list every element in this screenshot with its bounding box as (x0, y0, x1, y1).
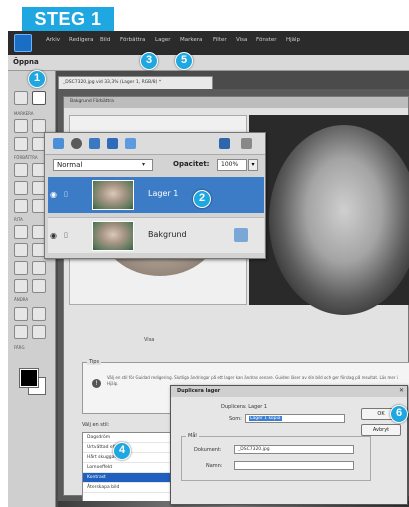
redeye-tool-icon[interactable] (14, 325, 28, 339)
visibility-eye-icon[interactable]: ◉ (50, 190, 57, 199)
eyedropper-tool-icon[interactable] (14, 261, 28, 275)
callout-6: 6 (390, 405, 408, 423)
duplicate-layer-dialog: Duplicera lager ✕ Duplicera: Lager 1 Som… (170, 385, 408, 505)
layer-thumbnail (92, 180, 134, 210)
mask-icon[interactable] (125, 138, 136, 149)
marquee-tool-icon[interactable] (32, 119, 46, 133)
panel-menu-icon[interactable] (241, 138, 252, 149)
group-icon[interactable] (89, 138, 100, 149)
app-logo-icon (14, 34, 32, 52)
portrait-image-bw (269, 125, 409, 315)
menu-hjalp[interactable]: Hjälp (286, 37, 300, 43)
new-layer-icon[interactable] (53, 138, 64, 149)
trash-icon[interactable] (219, 138, 230, 149)
straighten-tool-icon[interactable] (32, 325, 46, 339)
menu-bild[interactable]: Bild (100, 37, 110, 43)
adjustment-layer-icon[interactable] (71, 138, 82, 149)
blend-mode-select[interactable]: Normal ▾ (53, 159, 153, 171)
dialog-title: Duplicera lager (171, 386, 407, 397)
destination-group: Mål Dokument: _DSC7320.jpg Namn: (181, 433, 371, 481)
close-icon[interactable]: ✕ (399, 387, 404, 394)
callout-3: 3 (140, 52, 158, 70)
crop-tool-icon[interactable] (14, 307, 28, 321)
callout-1: 1 (28, 70, 46, 88)
link-icon[interactable]: ▯ (64, 231, 68, 239)
menu-lager[interactable]: Lager (155, 37, 171, 43)
options-bar: Öppna (8, 55, 409, 71)
brush-tool-icon[interactable] (14, 225, 28, 239)
link-icon[interactable]: ▯ (64, 190, 68, 198)
opacity-dropdown-icon[interactable]: ▾ (248, 159, 258, 171)
preview-after (249, 115, 409, 315)
recompose-tool-icon[interactable] (32, 307, 46, 321)
menu-fonster[interactable]: Fönster (256, 37, 277, 43)
clone-tool-icon[interactable] (14, 181, 28, 195)
hand-tool-icon[interactable] (32, 91, 46, 105)
eye-tool-icon[interactable] (14, 163, 28, 177)
lasso-tool-icon[interactable] (14, 137, 28, 151)
layer-name: Lager 1 (148, 189, 179, 198)
cancel-button[interactable]: Avbryt (361, 424, 401, 436)
chevron-down-icon: ▾ (142, 161, 146, 168)
sponge-tool-icon[interactable] (14, 199, 28, 213)
callout-4: 4 (113, 442, 131, 460)
name-input[interactable] (234, 461, 354, 470)
info-icon: ! (92, 379, 101, 388)
pencil-tool-icon[interactable] (32, 279, 46, 293)
document-value: _DSC7320.jpg (238, 447, 270, 452)
foreground-color-swatch[interactable] (19, 368, 39, 388)
layer-thumbnail (92, 221, 134, 251)
blend-mode-value: Normal (57, 161, 83, 169)
toolbox-section-label: ÄNDRA (14, 297, 29, 302)
text-tool-icon[interactable] (14, 279, 28, 293)
lock-icon[interactable] (107, 138, 118, 149)
layer-name-input[interactable]: Lager 1 kopia (245, 414, 345, 423)
layers-toolbar (45, 133, 265, 155)
layer-row-lager-1[interactable]: ◉ ▯ Lager 1 (48, 177, 264, 213)
callout-2: 2 (193, 190, 211, 208)
toolbox-section-label: MARKERA (14, 111, 34, 116)
zoom-tool-icon[interactable] (14, 91, 28, 105)
group-label: Mål (186, 433, 199, 439)
background-lock-icon (234, 228, 248, 242)
document-select[interactable]: _DSC7320.jpg (234, 445, 354, 454)
opacity-label: Opacitet: (173, 160, 210, 168)
callout-5: 5 (175, 52, 193, 70)
menu-redigera[interactable]: Redigera (69, 37, 93, 43)
move-tool-icon[interactable] (14, 119, 28, 133)
style-list-label: Välj en stil: (82, 422, 110, 428)
layers-panel: Normal ▾ Opacitet: 100% ▾ ◉ ▯ Lager 1 ◉ … (44, 132, 266, 259)
preview-caption: Visa (144, 337, 155, 343)
toolbox-section-label: FÖRBÄTTRA (14, 155, 38, 160)
tips-title: Tips (87, 359, 102, 365)
menu-arkiv[interactable]: Arkiv (46, 37, 60, 43)
paint-bucket-tool-icon[interactable] (14, 243, 28, 257)
menu-bar: Arkiv Redigera Bild Förbättra Lager Mark… (8, 31, 409, 55)
opacity-input[interactable]: 100% (217, 159, 247, 171)
document-tab[interactable]: _DSC7320.jpg vid 33,3% (Lager 1, RGB/8) … (58, 76, 213, 89)
layer-name-value: Lager 1 kopia (249, 416, 282, 421)
menu-markera[interactable]: Markera (180, 37, 202, 43)
duplicate-source-label: Duplicera: Lager 1 (221, 404, 268, 410)
name-label: Namn: (206, 463, 223, 469)
menu-visa[interactable]: Visa (236, 37, 247, 43)
toolbox-section-label: RITA (14, 217, 23, 222)
layer-name: Bakgrund (148, 230, 187, 239)
menu-filter[interactable]: Filter (213, 37, 227, 43)
as-label: Som: (229, 416, 242, 422)
toolbox-section-label: FÄRG (14, 345, 25, 350)
document-label: Dokument: (194, 447, 222, 453)
step-banner: STEG 1 (22, 7, 114, 31)
layer-row-bakgrund[interactable]: ◉ ▯ Bakgrund (48, 217, 264, 253)
menu-forbattra[interactable]: Förbättra (120, 37, 145, 43)
open-button[interactable]: Öppna (13, 58, 39, 66)
dialog-title: Bakgrund Förbättra (64, 97, 408, 108)
visibility-eye-icon[interactable]: ◉ (50, 231, 57, 240)
shape-tool-icon[interactable] (32, 261, 46, 275)
